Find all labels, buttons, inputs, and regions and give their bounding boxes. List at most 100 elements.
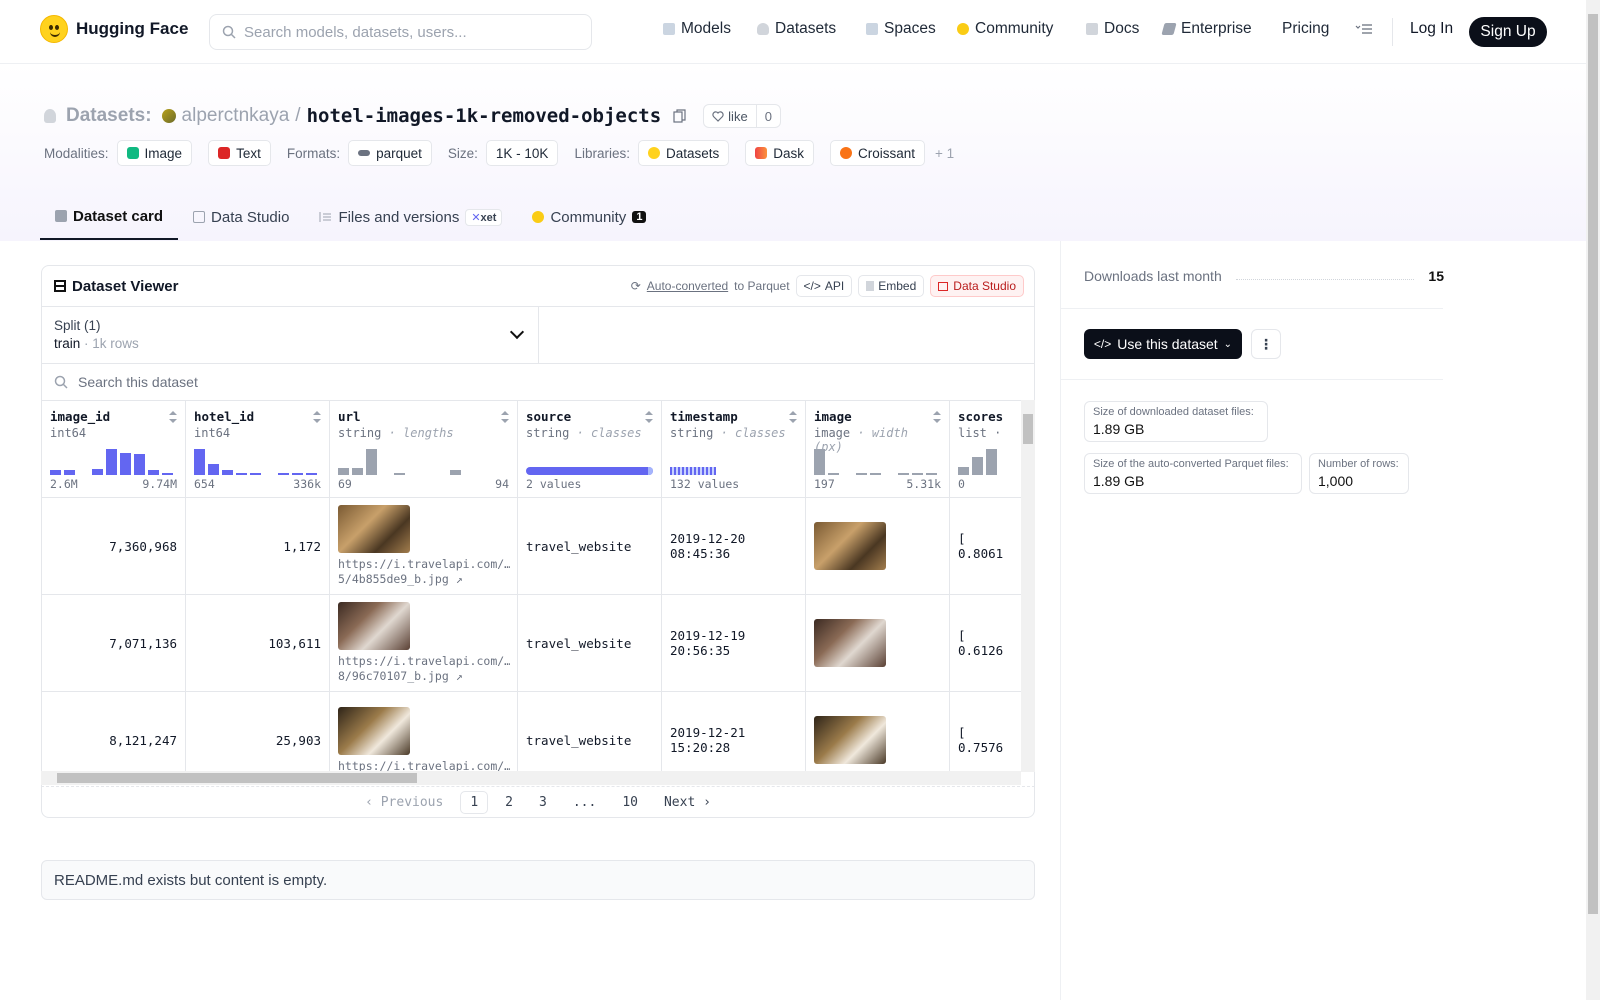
page-scrollbar[interactable] — [1586, 0, 1600, 1000]
scrollbar-thumb[interactable] — [1023, 414, 1033, 444]
brand-logo[interactable]: Hugging Face — [40, 15, 188, 43]
repo-section[interactable]: Datasets: — [66, 105, 152, 127]
login-link[interactable]: Log In — [1410, 20, 1453, 38]
global-search-input[interactable] — [244, 23, 564, 41]
dataset-search[interactable] — [42, 364, 1034, 401]
tag-dask[interactable]: Dask — [745, 140, 815, 166]
use-dataset-button[interactable]: </> Use this dataset ⌄ — [1084, 329, 1242, 359]
page-button[interactable]: 2 — [496, 792, 522, 813]
tab-data-studio-label: Data Studio — [211, 208, 290, 226]
split-selector[interactable]: Split (1) train · 1k rows — [42, 307, 539, 363]
url-thumbnail[interactable] — [338, 706, 410, 755]
image-thumbnail[interactable] — [814, 522, 886, 570]
url-text[interactable]: https://i.travelapi.com/… 8/96c70107_b.jp… — [338, 654, 510, 684]
tab-community[interactable]: Community 1 — [517, 194, 661, 240]
table-cell[interactable]: travel_website — [518, 498, 661, 595]
nav-spaces[interactable]: Spaces — [866, 20, 936, 38]
nav-community[interactable]: Community — [957, 20, 1053, 38]
data-studio-button[interactable]: Data Studio — [930, 275, 1024, 297]
next-page-button[interactable]: Next › — [655, 792, 720, 813]
table-cell[interactable]: travel_website — [518, 595, 661, 692]
tag-parquet[interactable]: parquet — [348, 140, 432, 166]
repo-name[interactable]: hotel-images-1k-removed-objects — [307, 105, 662, 127]
table-cell[interactable]: 8,121,247 — [42, 692, 185, 774]
copy-icon[interactable] — [673, 109, 687, 123]
tag-size[interactable]: 1K - 10K — [485, 140, 559, 166]
column-header[interactable]: image_id int64 2.6M 9.74M — [42, 401, 185, 498]
url-thumbnail[interactable] — [338, 602, 410, 650]
table-cell[interactable]: 25,903 — [186, 692, 329, 774]
tab-dataset-card[interactable]: Dataset card — [40, 194, 179, 240]
scrollbar-thumb[interactable] — [57, 773, 417, 783]
page-button[interactable]: 3 — [530, 792, 556, 813]
nav-models[interactable]: Models — [663, 20, 731, 38]
more-options-button[interactable]: ⋮ — [1251, 329, 1281, 359]
column-range: 2.6M 9.74M — [50, 477, 177, 491]
sort-icon[interactable] — [789, 411, 797, 423]
sort-icon[interactable] — [313, 411, 321, 423]
nav-more-menu[interactable] — [1355, 23, 1373, 35]
column-header[interactable]: image image · width (px) 197 5.31k — [806, 401, 949, 498]
table-cell[interactable] — [806, 692, 949, 774]
repo-owner[interactable]: alperctnkaya — [182, 105, 290, 127]
url-text[interactable]: https://i.travelapi.com/… 5/4b855de9_b.jp… — [338, 557, 510, 587]
dataset-search-input[interactable] — [78, 374, 478, 390]
sidebar-separator — [1061, 379, 1443, 380]
nav-datasets[interactable]: Datasets — [757, 20, 836, 38]
image-thumbnail[interactable] — [814, 619, 886, 667]
previous-page-button[interactable]: ‹ Previous — [356, 792, 452, 813]
page-button[interactable]: 1 — [460, 791, 489, 814]
sort-icon[interactable] — [501, 411, 509, 423]
sort-icon[interactable] — [933, 411, 941, 423]
tag-text[interactable]: Text — [208, 140, 271, 166]
table-vertical-scrollbar[interactable] — [1021, 400, 1035, 772]
nav-enterprise[interactable]: Enterprise — [1161, 20, 1252, 38]
column-name: timestamp — [670, 409, 738, 424]
global-search[interactable] — [209, 14, 592, 50]
table-cell[interactable]: 2019-12-20 08:45:36 — [662, 498, 805, 595]
url-thumbnail[interactable] — [338, 505, 410, 553]
embed-icon — [866, 281, 875, 291]
table-cell[interactable]: travel_website — [518, 692, 661, 774]
table-cell[interactable] — [806, 498, 949, 595]
embed-button[interactable]: Embed — [858, 275, 925, 297]
signup-button[interactable]: Sign Up — [1469, 17, 1547, 47]
column-header[interactable]: hotel_id int64 654 336k — [186, 401, 329, 498]
page-button[interactable]: 10 — [613, 792, 647, 813]
nav-pricing[interactable]: Pricing — [1282, 20, 1329, 38]
table-cell[interactable]: https://i.travelapi.com/… — [330, 692, 517, 774]
auto-converted-link[interactable]: Auto-converted — [647, 279, 728, 293]
nav-docs[interactable]: Docs — [1086, 20, 1139, 38]
tag-croissant[interactable]: Croissant — [830, 140, 926, 166]
image-thumbnail[interactable] — [814, 716, 886, 764]
table-horizontal-scrollbar[interactable] — [41, 771, 1021, 785]
downloads-graph — [1235, 272, 1415, 280]
column-header[interactable]: timestamp string · classes 132 values — [662, 401, 805, 498]
repo-tabs: Dataset card Data Studio Files and versi… — [40, 194, 661, 241]
table-cell[interactable]: 1,172 — [186, 498, 329, 595]
column-header[interactable]: source string · classes 2 values — [518, 401, 661, 498]
more-libraries[interactable]: + 1 — [935, 146, 954, 161]
scrollbar-thumb[interactable] — [1588, 14, 1598, 914]
column-histogram — [50, 447, 173, 475]
sidebar-divider — [1060, 241, 1061, 1000]
tab-files[interactable]: Files and versions ✕xet — [304, 194, 517, 240]
tag-image[interactable]: Image — [116, 140, 193, 166]
table-cell[interactable]: 7,071,136 — [42, 595, 185, 692]
table-cell[interactable]: https://i.travelapi.com/… 8/96c70107_b.jp… — [330, 595, 517, 692]
table-cell[interactable]: https://i.travelapi.com/… 5/4b855de9_b.jp… — [330, 498, 517, 595]
table-cell[interactable]: 103,611 — [186, 595, 329, 692]
api-button[interactable]: </> API — [795, 275, 853, 297]
like-button[interactable]: like 0 — [703, 104, 781, 128]
table-cell[interactable]: 2019-12-21 15:20:28 — [662, 692, 805, 774]
range-min: 2 values — [526, 477, 582, 491]
tag-datasets-lib[interactable]: Datasets — [637, 140, 730, 166]
table-cell[interactable]: 2019-12-19 20:56:35 — [662, 595, 805, 692]
column-header[interactable]: url string · lengths 69 94 — [330, 401, 517, 498]
downloads-label: Downloads last month — [1084, 268, 1222, 284]
sort-icon[interactable] — [169, 411, 177, 423]
table-cell[interactable]: 7,360,968 — [42, 498, 185, 595]
tab-data-studio[interactable]: Data Studio — [178, 194, 304, 240]
sort-icon[interactable] — [645, 411, 653, 423]
table-cell[interactable] — [806, 595, 949, 692]
